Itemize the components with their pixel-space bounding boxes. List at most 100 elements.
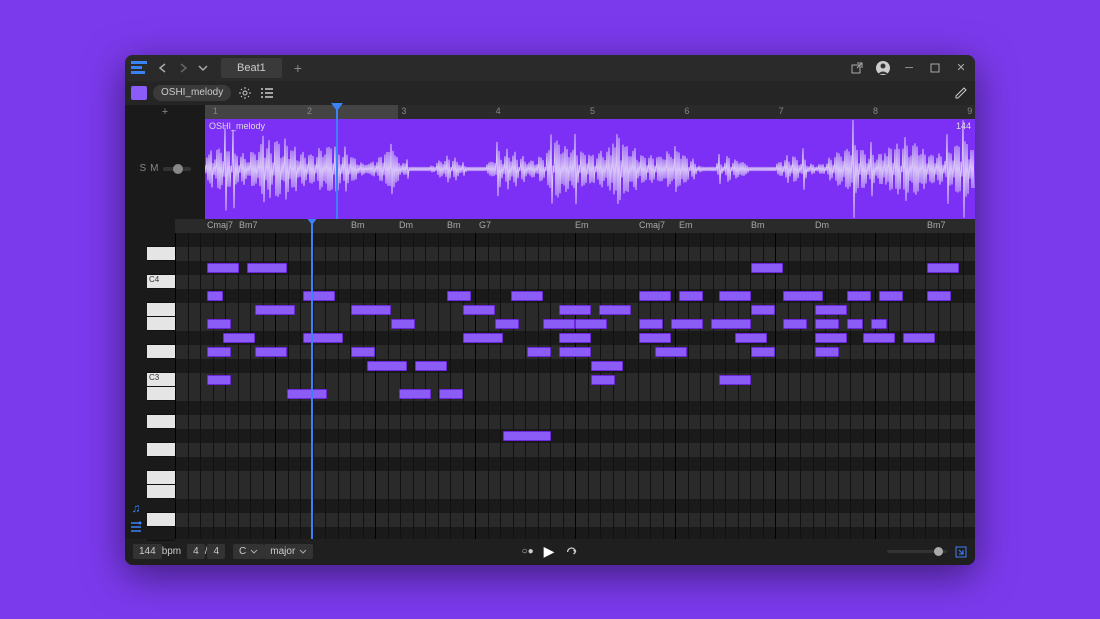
timesig-numerator[interactable]: 4: [187, 544, 205, 559]
mute-button[interactable]: M: [150, 163, 158, 174]
midi-note[interactable]: [927, 291, 951, 301]
midi-note[interactable]: [207, 263, 239, 273]
midi-note[interactable]: [207, 375, 231, 385]
midi-note[interactable]: [847, 291, 871, 301]
add-tab-button[interactable]: +: [294, 60, 302, 76]
midi-note[interactable]: [815, 347, 839, 357]
nav-dropdown-button[interactable]: [195, 60, 211, 76]
midi-note[interactable]: [223, 333, 255, 343]
midi-note[interactable]: [543, 319, 575, 329]
loop-button[interactable]: [564, 546, 578, 558]
midi-note[interactable]: [287, 389, 327, 399]
record-button[interactable]: ○●: [522, 546, 534, 557]
audio-clip[interactable]: OSHI_melody 144: [205, 119, 975, 219]
midi-note[interactable]: [247, 263, 287, 273]
play-button[interactable]: ▶: [544, 543, 555, 560]
midi-note[interactable]: [815, 305, 847, 315]
chord-label[interactable]: Dm: [399, 220, 413, 230]
list-tool-icon[interactable]: [129, 521, 143, 533]
chord-label[interactable]: Bm: [351, 220, 365, 230]
add-track-button[interactable]: +: [125, 105, 205, 119]
midi-note[interactable]: [559, 333, 591, 343]
chord-label[interactable]: Cmaj7: [639, 220, 665, 230]
chord-label[interactable]: Bm7: [927, 220, 946, 230]
midi-note[interactable]: [903, 333, 935, 343]
window-close-button[interactable]: ✕: [953, 60, 969, 76]
nav-forward-button[interactable]: [175, 60, 191, 76]
midi-note[interactable]: [599, 305, 631, 315]
midi-note[interactable]: [591, 361, 623, 371]
midi-note[interactable]: [503, 431, 551, 441]
midi-note[interactable]: [527, 347, 551, 357]
midi-note[interactable]: [751, 347, 775, 357]
solo-button[interactable]: S: [139, 163, 146, 174]
midi-note[interactable]: [591, 375, 615, 385]
chord-label[interactable]: Bm7: [239, 220, 258, 230]
midi-note[interactable]: [463, 305, 495, 315]
pianoroll-grid[interactable]: Cmaj7 Bm7 Bm Dm Bm G7 Em Cmaj7 Em Bm Dm Bm7: [175, 219, 975, 539]
chord-label[interactable]: Cmaj7: [207, 220, 233, 230]
midi-note[interactable]: [751, 263, 783, 273]
window-maximize-button[interactable]: [927, 60, 943, 76]
settings-gear-icon[interactable]: [237, 85, 253, 101]
playhead-marker[interactable]: [336, 105, 338, 219]
clip-name-field[interactable]: OSHI_melody: [153, 85, 231, 101]
midi-note[interactable]: [815, 333, 847, 343]
chord-label[interactable]: G7: [479, 220, 491, 230]
midi-note[interactable]: [207, 319, 231, 329]
chord-label[interactable]: Em: [575, 220, 589, 230]
midi-note[interactable]: [351, 305, 391, 315]
midi-note[interactable]: [671, 319, 703, 329]
arrange-timeline[interactable]: 123456789 OSHI_melody 144: [205, 105, 975, 219]
document-tab[interactable]: Beat1: [221, 58, 282, 78]
midi-note[interactable]: [575, 319, 607, 329]
midi-note[interactable]: [719, 291, 751, 301]
midi-note[interactable]: [655, 347, 687, 357]
nav-back-button[interactable]: [155, 60, 171, 76]
chord-label[interactable]: Bm: [447, 220, 461, 230]
midi-note[interactable]: [871, 319, 887, 329]
midi-note[interactable]: [255, 305, 295, 315]
midi-note[interactable]: [207, 347, 231, 357]
midi-note[interactable]: [463, 333, 503, 343]
midi-note[interactable]: [351, 347, 375, 357]
midi-note[interactable]: [415, 361, 447, 371]
midi-note[interactable]: [783, 319, 807, 329]
external-link-icon[interactable]: [849, 60, 865, 76]
timesig-denominator[interactable]: 4: [207, 544, 225, 559]
midi-note[interactable]: [495, 319, 519, 329]
midi-note[interactable]: [303, 291, 335, 301]
midi-note[interactable]: [711, 319, 751, 329]
midi-note[interactable]: [399, 389, 431, 399]
midi-note[interactable]: [447, 291, 471, 301]
midi-note[interactable]: [815, 319, 839, 329]
midi-note[interactable]: [879, 291, 903, 301]
midi-note[interactable]: [863, 333, 895, 343]
midi-note[interactable]: [367, 361, 407, 371]
piano-keyboard[interactable]: C4C3: [147, 219, 175, 541]
volume-slider[interactable]: [163, 167, 191, 171]
clip-color-swatch[interactable]: [131, 86, 147, 100]
chord-label[interactable]: Em: [679, 220, 693, 230]
midi-note[interactable]: [511, 291, 543, 301]
midi-note[interactable]: [391, 319, 415, 329]
key-select[interactable]: C: [233, 544, 264, 559]
midi-note[interactable]: [559, 347, 591, 357]
user-account-icon[interactable]: [875, 60, 891, 76]
midi-note[interactable]: [439, 389, 463, 399]
midi-note[interactable]: [751, 305, 775, 315]
midi-note[interactable]: [679, 291, 703, 301]
pianoroll-playhead[interactable]: [311, 219, 313, 539]
midi-note[interactable]: [927, 263, 959, 273]
notes-tool-icon[interactable]: ♫: [132, 501, 141, 515]
bpm-field[interactable]: 144: [133, 544, 162, 559]
edit-pencil-icon[interactable]: [953, 85, 969, 101]
chord-label[interactable]: Dm: [815, 220, 829, 230]
midi-note[interactable]: [303, 333, 343, 343]
midi-note[interactable]: [639, 333, 671, 343]
expand-view-icon[interactable]: [955, 546, 967, 558]
midi-note[interactable]: [639, 291, 671, 301]
chord-label[interactable]: Bm: [751, 220, 765, 230]
zoom-slider[interactable]: [887, 550, 947, 553]
scale-select[interactable]: major: [264, 544, 313, 559]
